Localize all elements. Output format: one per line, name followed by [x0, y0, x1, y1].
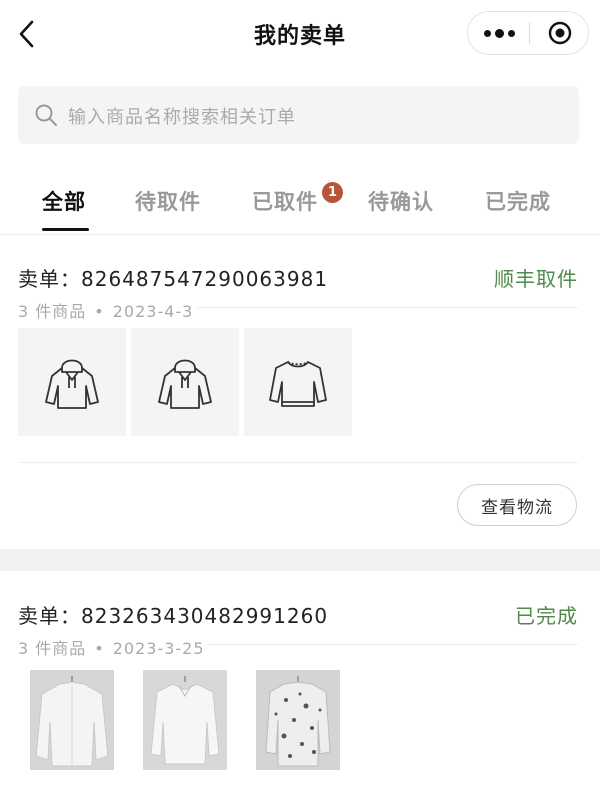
meta-divider	[196, 307, 578, 308]
close-target-icon[interactable]	[548, 21, 572, 45]
order-number: 卖单：826487547290063981	[18, 263, 328, 292]
mini-program-capsule	[467, 11, 589, 55]
view-logistics-button[interactable]: 查看物流	[457, 484, 577, 526]
order-date: 2023-4-3	[112, 302, 194, 321]
tab-bar: 全部 待取件 已取件 1 待确认 已完成	[0, 170, 600, 235]
meta-dot: •	[94, 639, 105, 658]
order-meta: 3 件商品 • 2023-4-3	[18, 298, 193, 322]
order-number-value: 823263430482991260	[81, 604, 329, 628]
order-label: 卖单：	[18, 267, 81, 291]
hoodie-icon	[45, 359, 99, 409]
order-date: 2023-3-25	[112, 639, 205, 658]
tab-pending-confirm[interactable]: 待确认	[368, 186, 434, 216]
product-photo[interactable]	[256, 670, 340, 770]
capsule-divider	[529, 22, 530, 44]
search-icon	[35, 104, 57, 126]
product-photo[interactable]	[30, 670, 114, 770]
white-jacket-photo	[30, 670, 114, 770]
nav-bar: 我的卖单	[0, 0, 600, 68]
order-status: 顺丰取件	[494, 267, 578, 291]
order-status: 已完成	[515, 604, 578, 628]
tab-all[interactable]: 全部	[42, 186, 86, 216]
order-number-value: 826487547290063981	[81, 267, 329, 291]
product-thumbnail[interactable]	[244, 328, 352, 436]
active-tab-indicator	[42, 228, 89, 231]
printed-shirt-photo	[256, 670, 340, 770]
tab-picked-up[interactable]: 已取件	[252, 186, 318, 216]
more-icon[interactable]	[468, 12, 530, 54]
sweater-icon	[269, 361, 327, 407]
product-thumbnail[interactable]	[131, 328, 239, 436]
white-blouse-photo	[143, 670, 227, 770]
search-placeholder: 输入商品名称搜索相关订单	[68, 107, 296, 128]
tab-pending-pickup[interactable]: 待取件	[135, 186, 201, 216]
tab-completed[interactable]: 已完成	[485, 186, 551, 216]
picked-up-badge: 1	[322, 182, 343, 203]
product-thumbnail[interactable]	[18, 328, 126, 436]
product-photo[interactable]	[143, 670, 227, 770]
order-label: 卖单：	[18, 604, 81, 628]
meta-dot: •	[94, 302, 105, 321]
meta-divider	[206, 644, 578, 645]
card-divider	[18, 462, 578, 463]
order-number: 卖单：823263430482991260	[18, 600, 328, 629]
search-input[interactable]: 输入商品名称搜索相关订单	[18, 86, 579, 144]
order-meta: 3 件商品 • 2023-3-25	[18, 635, 205, 659]
hoodie-icon	[158, 359, 212, 409]
section-gap	[0, 549, 600, 571]
item-count: 3 件商品	[18, 639, 87, 658]
item-count: 3 件商品	[18, 302, 87, 321]
